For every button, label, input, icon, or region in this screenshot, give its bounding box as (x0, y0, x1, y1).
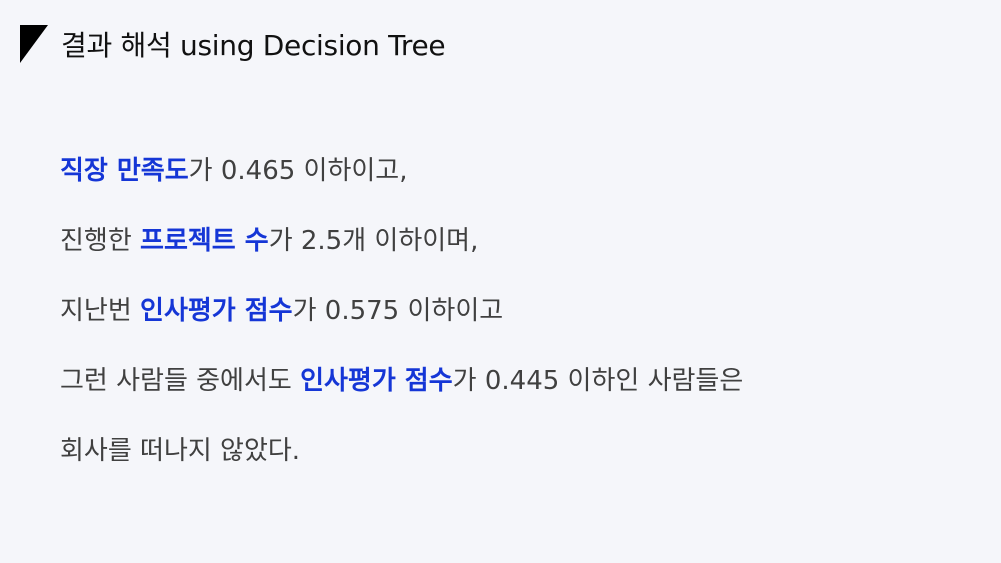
body-text: 회사를 떠나지 않았다. (60, 436, 301, 466)
highlighted-term: 인사평가 점수 (300, 366, 453, 396)
page-title: 결과 해석 using Decision Tree (61, 29, 446, 62)
body-text: 그런 사람들 중에서도 (60, 366, 301, 396)
body-text: 가 0.575 이하이고 (292, 296, 504, 326)
title-bar: 결과 해석 using Decision Tree (20, 24, 446, 64)
text-line: 그런 사람들 중에서도 인사평가 점수가 0.445 이하인 사람들은 (60, 358, 980, 428)
body-text: 가 0.445 이하인 사람들은 (452, 366, 744, 396)
body-text: 가 2.5개 이하이며, (268, 226, 479, 256)
body-text: 가 0.465 이하이고, (188, 156, 408, 186)
body-text: 진행한 (60, 226, 141, 256)
corner-triangle-icon (20, 25, 48, 63)
text-line: 지난번 인사평가 점수가 0.575 이하이고 (60, 288, 980, 358)
body-text: 지난번 (60, 296, 141, 326)
conclusion-text: 직장 만족도가 0.465 이하이고, 진행한 프로젝트 수가 2.5개 이하이… (60, 148, 980, 498)
highlighted-term: 인사평가 점수 (140, 296, 293, 326)
highlighted-term: 프로젝트 수 (140, 226, 269, 256)
text-line: 직장 만족도가 0.465 이하이고, (60, 148, 980, 218)
text-line: 회사를 떠나지 않았다. (60, 428, 980, 498)
text-line: 진행한 프로젝트 수가 2.5개 이하이며, (60, 218, 980, 288)
highlighted-term: 직장 만족도 (60, 156, 189, 186)
